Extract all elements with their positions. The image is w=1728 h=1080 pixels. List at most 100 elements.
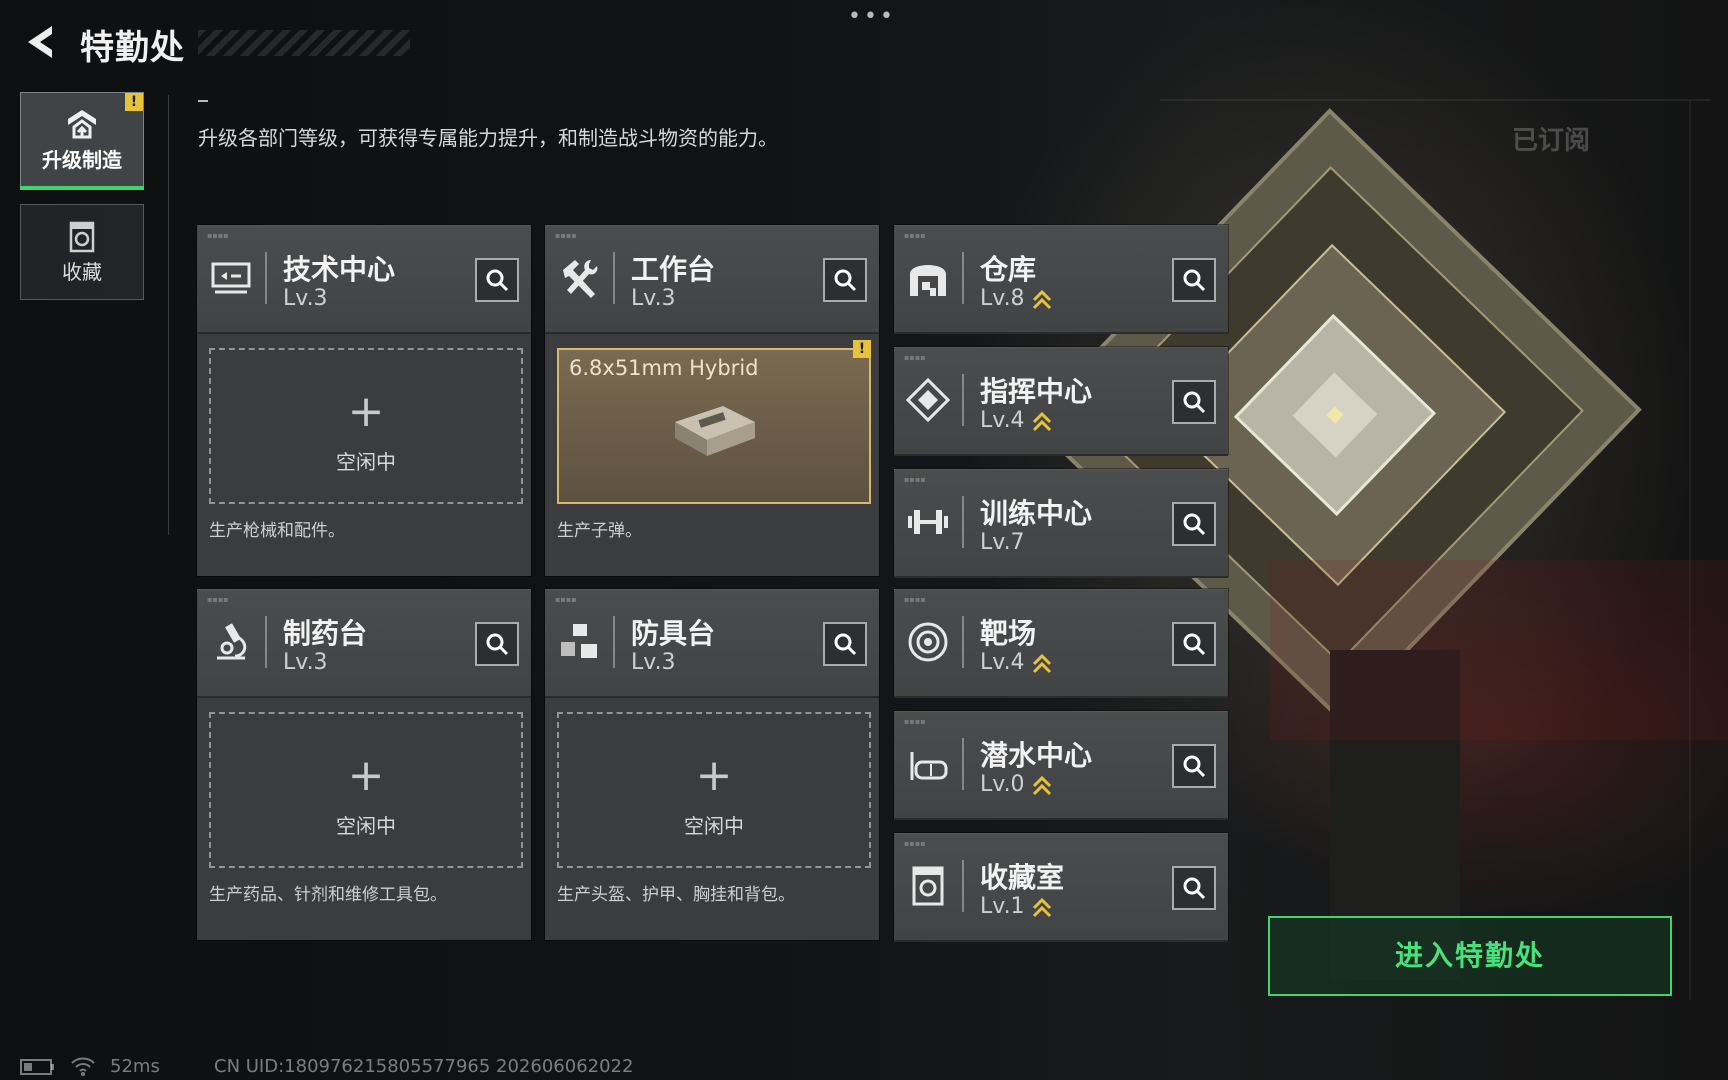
item-name: 6.8x51mm Hybrid <box>569 356 759 380</box>
card-header[interactable]: ▪▪▪▪ 技术中心 Lv.3 <box>197 226 531 334</box>
upgrade-icon <box>68 110 96 139</box>
card-header[interactable]: ▪▪▪▪ 制药台 Lv.3 <box>197 590 531 698</box>
slot-status: 空闲中 <box>336 450 396 474</box>
production-slot-idle[interactable]: + 空闲中 <box>209 712 523 868</box>
search-button[interactable] <box>1172 258 1216 302</box>
facility-level: Lv.4 <box>980 408 1025 433</box>
separator <box>613 252 615 304</box>
search-icon <box>1183 269 1206 292</box>
micro-label: ▪▪▪▪ <box>904 353 926 362</box>
separator <box>962 252 964 304</box>
micro-label: ▪▪▪▪ <box>904 839 926 848</box>
production-slot-idle[interactable]: + 空闲中 <box>557 712 871 868</box>
facility-name: 潜水中心 <box>980 739 1093 772</box>
separator <box>962 374 964 426</box>
card-description: 生产子弹。 <box>557 521 642 541</box>
alert-badge: ! <box>125 93 143 111</box>
ammo-box-icon <box>675 406 755 456</box>
tab-upgrade-craft[interactable]: 升级制造 ! <box>20 92 144 188</box>
battery-icon <box>20 1059 54 1075</box>
production-slot-idle[interactable]: + 空闲中 <box>209 348 523 504</box>
facility-level: Lv.8 <box>980 286 1025 311</box>
separator <box>613 616 615 668</box>
vertical-divider <box>168 95 169 535</box>
card-header[interactable]: ▪▪▪▪ 防具台 Lv.3 <box>545 590 879 698</box>
tab-label: 收藏 <box>62 260 102 284</box>
card-header: ▪▪▪▪ 指挥中心 Lv.4 <box>894 348 1228 456</box>
upgrade-chevron-icon <box>1032 897 1052 918</box>
card-workbench: ▪▪▪▪ 工作台 Lv.3 6.8x51mm Hybrid ! 生产子弹。 <box>545 225 879 576</box>
enter-special-ops-button[interactable]: 进入特勤处 <box>1268 916 1672 996</box>
facility-name: 收藏室 <box>980 861 1065 894</box>
search-icon <box>1183 755 1206 778</box>
card-description: 生产头盔、护甲、胸挂和背包。 <box>557 885 795 905</box>
search-button[interactable] <box>1172 622 1216 666</box>
facility-name: 制药台 <box>283 617 368 650</box>
plus-icon: + <box>695 750 733 801</box>
card-command-center[interactable]: ▪▪▪▪ 指挥中心 Lv.4 <box>894 347 1228 456</box>
search-button[interactable] <box>823 622 867 666</box>
ping-readout: 52ms <box>110 1056 160 1077</box>
search-icon <box>1183 633 1206 656</box>
card-shooting-range[interactable]: ▪▪▪▪ 靶场 Lv.4 <box>894 589 1228 698</box>
facility-level: Lv.1 <box>980 894 1025 919</box>
production-slot-busy[interactable]: 6.8x51mm Hybrid ! <box>557 340 871 504</box>
facility-level: Lv.7 <box>980 530 1025 555</box>
alert-badge: ! <box>853 340 871 358</box>
plus-icon: + <box>347 386 385 437</box>
facility-name: 工作台 <box>631 253 716 286</box>
card-warehouse[interactable]: ▪▪▪▪ 仓库 Lv.8 <box>894 225 1228 334</box>
subtitle-dash <box>198 100 208 102</box>
card-header: ▪▪▪▪ 潜水中心 Lv.0 <box>894 712 1228 820</box>
card-header[interactable]: ▪▪▪▪ 工作台 Lv.3 <box>545 226 879 334</box>
facility-level: Lv.3 <box>631 650 676 675</box>
collection-room-icon <box>912 866 944 906</box>
search-icon <box>1183 513 1206 536</box>
upgrade-chevron-icon <box>1032 289 1052 310</box>
dumbbell-icon <box>908 510 948 534</box>
facility-name: 指挥中心 <box>980 375 1093 408</box>
active-tab-indicator <box>20 186 144 190</box>
card-header: ▪▪▪▪ 仓库 Lv.8 <box>894 226 1228 334</box>
search-button[interactable] <box>1172 380 1216 424</box>
card-header: ▪▪▪▪ 训练中心 Lv.7 <box>894 470 1228 578</box>
collection-icon <box>69 221 95 253</box>
facility-name: 仓库 <box>980 253 1037 286</box>
upgrade-chevron-icon <box>1032 411 1052 432</box>
search-button[interactable] <box>1172 502 1216 546</box>
search-icon <box>834 633 857 656</box>
card-description: 生产药品、针剂和维修工具包。 <box>209 885 447 905</box>
slot-status: 空闲中 <box>684 814 744 838</box>
card-collection-room[interactable]: ▪▪▪▪ 收藏室 Lv.1 <box>894 833 1228 942</box>
micro-label: ▪▪▪▪ <box>555 595 577 604</box>
search-button[interactable] <box>1172 866 1216 910</box>
card-training-center[interactable]: ▪▪▪▪ 训练中心 Lv.7 <box>894 469 1228 578</box>
separator <box>265 252 267 304</box>
card-diving-center[interactable]: ▪▪▪▪ 潜水中心 Lv.0 <box>894 711 1228 820</box>
card-pharmacy: ▪▪▪▪ 制药台 Lv.3 + 空闲中 生产药品、针剂和维修工具包。 <box>197 589 531 940</box>
back-arrow-icon[interactable] <box>18 20 62 64</box>
upgrade-chevron-icon <box>1032 775 1052 796</box>
search-button[interactable] <box>823 258 867 302</box>
search-button[interactable] <box>1172 744 1216 788</box>
cubes-icon <box>561 624 597 658</box>
facility-level: Lv.3 <box>283 286 328 311</box>
tab-collection[interactable]: 收藏 <box>20 204 144 300</box>
search-icon <box>1183 391 1206 414</box>
search-icon <box>1183 877 1206 900</box>
command-icon <box>906 378 950 422</box>
subscribed-watermark: 已订阅 <box>1512 126 1591 156</box>
search-button[interactable] <box>475 622 519 666</box>
target-icon <box>908 622 948 662</box>
slot-status: 空闲中 <box>336 814 396 838</box>
search-button[interactable] <box>475 258 519 302</box>
facility-level: Lv.0 <box>980 772 1025 797</box>
hammer-wrench-icon <box>563 260 598 298</box>
facility-name: 训练中心 <box>980 497 1093 530</box>
separator <box>962 860 964 912</box>
facility-level: Lv.3 <box>283 650 328 675</box>
menu-dots[interactable]: ••• <box>848 6 896 28</box>
plus-icon: + <box>347 750 385 801</box>
micro-label: ▪▪▪▪ <box>904 717 926 726</box>
page-title: 特勤处 <box>80 28 185 68</box>
